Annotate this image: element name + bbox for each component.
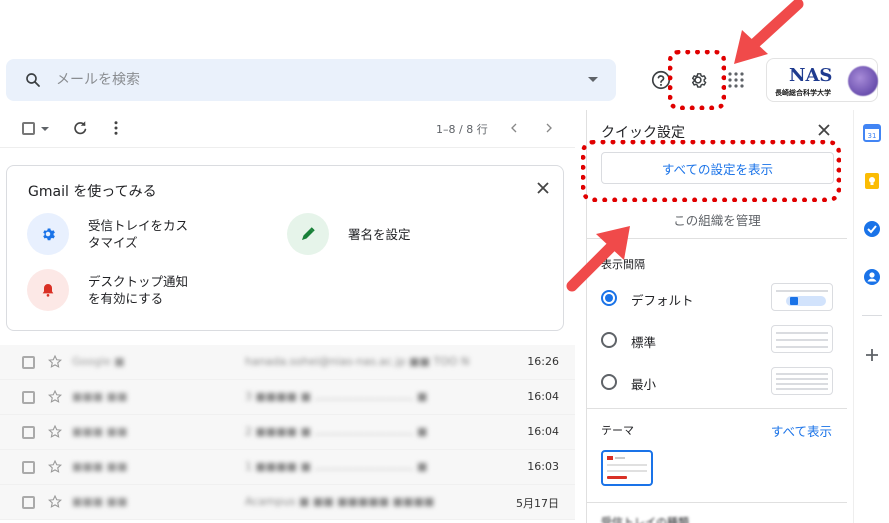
apps-grid-icon[interactable]: [722, 66, 750, 94]
select-all-checkbox[interactable]: [22, 122, 35, 135]
theme-label: テーマ: [601, 424, 634, 437]
bell-icon: [27, 269, 69, 311]
tasks-icon[interactable]: [863, 220, 881, 238]
mail-sender: ■■■ ■■: [72, 460, 128, 473]
org-logo-subtitle: 長崎総合科学大学: [775, 89, 831, 97]
task-customize-inbox[interactable]: 受信トレイをカス タマイズ: [27, 213, 188, 255]
density-option-label: デフォルト: [631, 293, 694, 308]
density-preview-default: [771, 283, 833, 311]
mail-subject: Acampus ■ ■■ ■■■■■ ■■■■: [245, 495, 435, 508]
task-label: 受信トレイをカス タマイズ: [88, 218, 189, 250]
see-all-settings-highlight: [581, 140, 841, 202]
row-checkbox[interactable]: [22, 356, 35, 369]
density-label: 表示間隔: [601, 258, 645, 271]
search-options-icon[interactable]: [588, 77, 598, 82]
task-label: 署名を設定: [348, 226, 411, 242]
divider: [587, 238, 847, 239]
onboarding-card: Gmail を使ってみる 受信トレイをカス タマイズ 署名を設定 デスクトップ通…: [6, 165, 564, 331]
mail-subject: 2 ■■■■ ■ ……………………… ■: [245, 425, 428, 438]
mail-time: 5月17日: [516, 497, 559, 510]
search-icon[interactable]: [24, 71, 42, 89]
mail-subject: 3 ■■■■ ■ ……………………… ■: [245, 390, 428, 403]
mail-subject: 1 ■■■■ ■ ……………………… ■: [245, 460, 428, 473]
density-option-label: 標準: [631, 335, 657, 350]
table-row[interactable]: ■■■ ■■ 1 ■■■■ ■ ……………………… ■ 16:03: [0, 450, 575, 485]
pen-icon: [287, 213, 329, 255]
org-logo-text: NAS: [789, 65, 833, 86]
close-icon[interactable]: [816, 122, 832, 138]
table-row[interactable]: ■■■ ■■ 3 ■■■■ ■ ……………………… ■ 16:04: [0, 380, 575, 415]
density-preview-compact: [771, 367, 833, 395]
divider: [587, 408, 847, 409]
row-checkbox[interactable]: [22, 496, 35, 509]
mail-sender: ■■■ ■■: [72, 425, 128, 438]
more-vert-icon[interactable]: [107, 119, 125, 137]
mail-list: Google ■ hanada.sohei@nias-nas.ac.jp ■■ …: [0, 345, 575, 520]
task-label: デスクトップ通知 を有効にする: [88, 274, 189, 306]
radio-selected-icon[interactable]: [601, 290, 617, 306]
row-checkbox[interactable]: [22, 426, 35, 439]
avatar[interactable]: [848, 66, 878, 96]
row-checkbox[interactable]: [22, 391, 35, 404]
table-row[interactable]: ■■■ ■■ Acampus ■ ■■ ■■■■■ ■■■■ 5月17日: [0, 485, 575, 520]
close-icon[interactable]: [535, 180, 551, 196]
task-desktop-notifications[interactable]: デスクトップ通知 を有効にする: [27, 269, 188, 311]
mail-sender: ■■■ ■■: [72, 390, 128, 403]
manage-org-link[interactable]: この組織を管理: [587, 210, 847, 229]
chevron-right-icon[interactable]: [541, 120, 557, 136]
star-icon[interactable]: [47, 354, 63, 370]
gear-highlight: [668, 50, 726, 110]
task-set-signature[interactable]: 署名を設定: [287, 213, 411, 255]
density-option-label: 最小: [631, 377, 657, 392]
density-option-compact[interactable]: 最小: [601, 367, 836, 397]
svg-text:31: 31: [868, 132, 877, 140]
mail-time: 16:04: [527, 425, 559, 438]
density-option-comfortable[interactable]: 標準: [601, 325, 836, 355]
onboarding-title: Gmail を使ってみる: [28, 184, 157, 200]
mail-toolbar: 1–8 / 8 行: [0, 110, 575, 148]
mail-sender: ■■■ ■■: [72, 495, 128, 508]
star-icon[interactable]: [47, 459, 63, 475]
row-checkbox[interactable]: [22, 461, 35, 474]
table-row[interactable]: Google ■ hanada.sohei@nias-nas.ac.jp ■■ …: [0, 345, 575, 380]
star-icon[interactable]: [47, 494, 63, 510]
star-icon[interactable]: [47, 389, 63, 405]
table-row[interactable]: ■■■ ■■ 2 ■■■■ ■ ……………………… ■ 16:04: [0, 415, 575, 450]
quick-settings-title: クイック設定: [601, 125, 685, 141]
radio-icon[interactable]: [601, 374, 617, 390]
refresh-icon[interactable]: [71, 119, 89, 137]
mail-subject: hanada.sohei@nias-nas.ac.jp ■■ TOO New: [245, 355, 470, 368]
search-bar[interactable]: [6, 59, 616, 101]
density-preview-comfortable: [771, 325, 833, 353]
gear-icon: [27, 213, 69, 255]
add-icon[interactable]: [863, 346, 881, 364]
pager-label: 1–8 / 8 行: [436, 123, 488, 136]
mail-time: 16:04: [527, 390, 559, 403]
calendar-icon[interactable]: 31: [863, 124, 881, 142]
radio-icon[interactable]: [601, 332, 617, 348]
select-options-icon[interactable]: [41, 127, 49, 131]
divider: [587, 502, 847, 503]
star-icon[interactable]: [47, 424, 63, 440]
theme-see-all-link[interactable]: すべて表示: [771, 421, 832, 440]
theme-thumbnail[interactable]: [601, 450, 653, 486]
contacts-icon[interactable]: [863, 268, 881, 286]
chevron-left-icon[interactable]: [506, 120, 522, 136]
density-option-default[interactable]: デフォルト: [601, 283, 836, 313]
search-input[interactable]: [56, 67, 556, 93]
mail-sender: Google ■: [72, 355, 125, 368]
divider: [862, 315, 882, 316]
side-panel: 31: [853, 110, 889, 523]
keep-icon[interactable]: [863, 172, 881, 190]
inbox-type-label: 受信トレイの種類: [601, 516, 689, 523]
mail-time: 16:26: [527, 355, 559, 368]
mail-time: 16:03: [527, 460, 559, 473]
